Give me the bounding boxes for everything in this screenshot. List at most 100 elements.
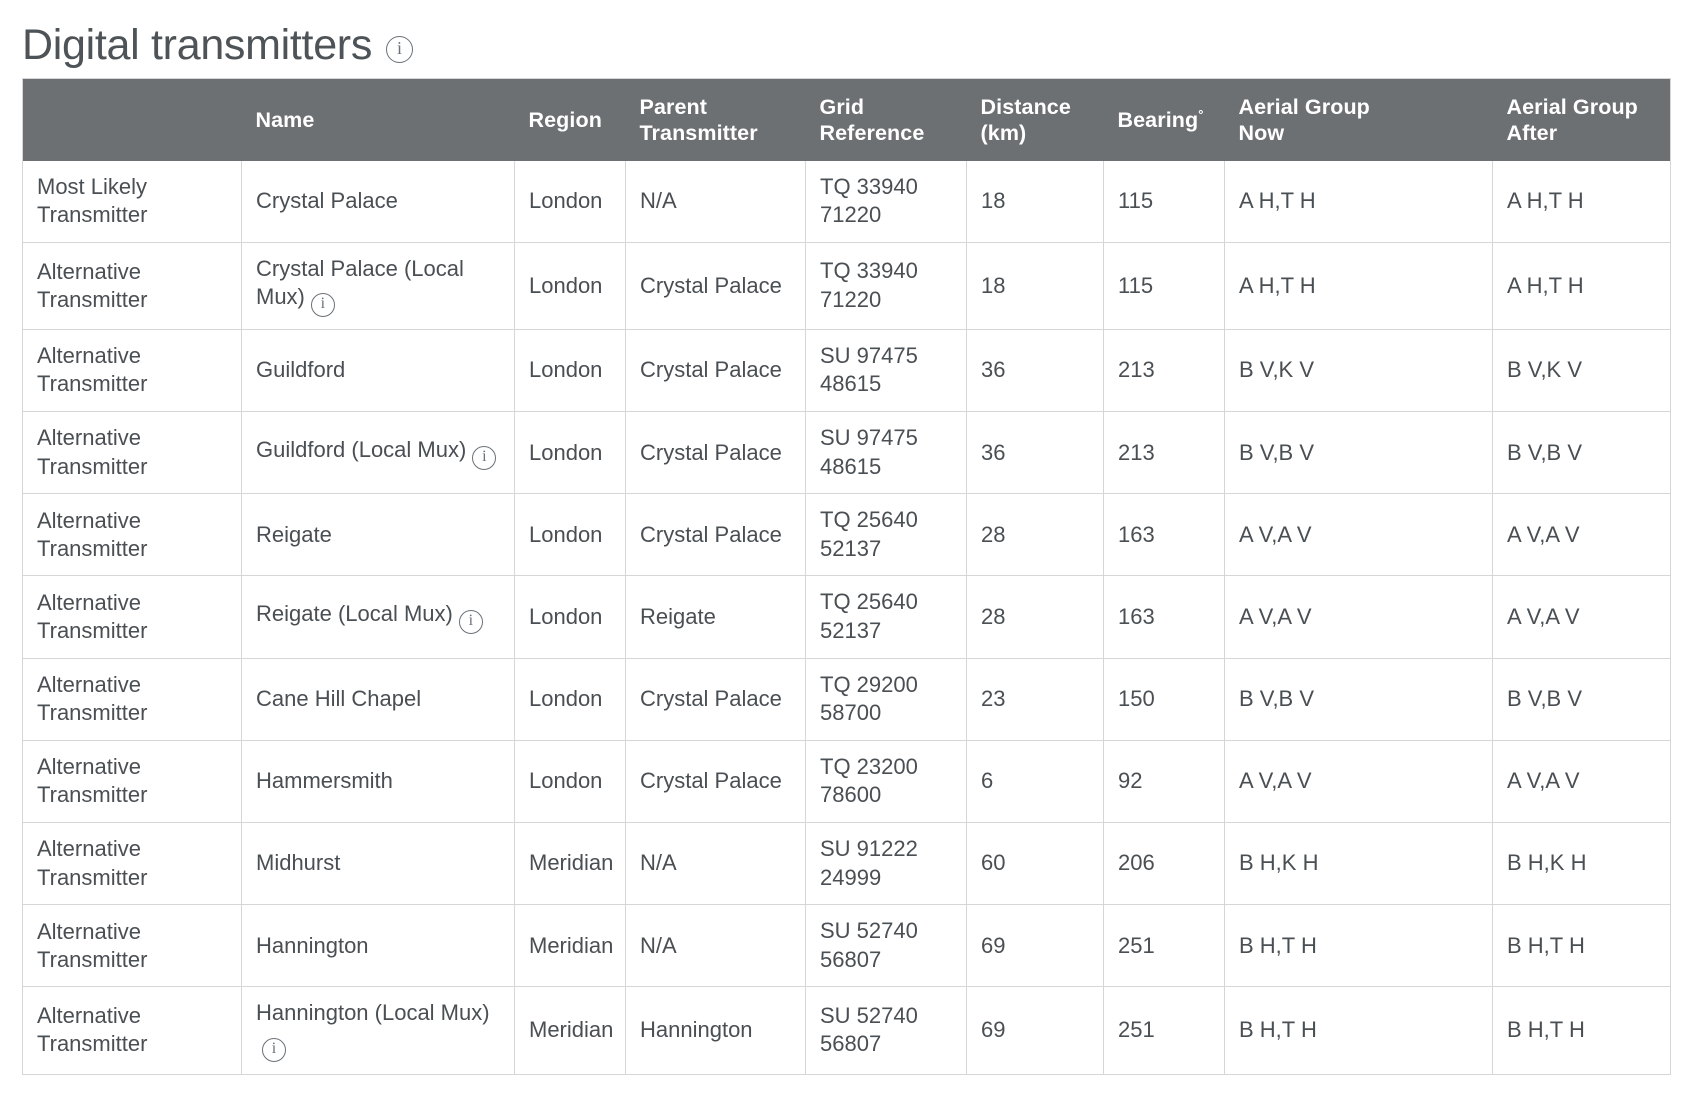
column-header-aerial-group-now: Aerial Group Now	[1224, 78, 1493, 161]
cell-parent-transmitter: N/A	[625, 160, 806, 243]
cell-transmitter-name: Hammersmith	[241, 740, 515, 823]
table-row: Alternative Transmitter Reigate London Cryst…	[22, 493, 1671, 577]
transmitter-kind-line2: Transmitter	[37, 864, 148, 890]
cell-grid-reference: TQ 25640 52137	[805, 575, 967, 659]
grid-reference-line1: TQ 33940	[820, 173, 918, 199]
cell-bearing: 213	[1103, 329, 1225, 413]
column-header-distance: Distance (km)	[966, 78, 1104, 161]
grid-reference-line2: 52137	[820, 618, 882, 643]
cell-aerial-group-after: A V,A V	[1492, 740, 1671, 823]
cell-parent-transmitter: Crystal Palace	[625, 740, 806, 823]
column-header-aga-line1: Aerial Group	[1506, 94, 1638, 119]
table-body: Most Likely Transmitter Crystal Palace Lond…	[22, 160, 1671, 1074]
cell-distance-km: 18	[966, 160, 1104, 243]
grid-reference-line1: SU 52740	[820, 918, 918, 944]
column-header-agn-line2: Now	[1238, 120, 1285, 145]
cell-region: London	[514, 575, 626, 659]
grid-reference-line1: TQ 29200	[820, 671, 918, 697]
info-icon[interactable]: i	[472, 445, 497, 470]
info-icon[interactable]: i	[386, 35, 414, 63]
table-row: Alternative Transmitter Midhurst Meridian N/…	[22, 822, 1671, 906]
table-header: Name Region Parent Transmitter Grid Refe…	[22, 78, 1671, 161]
column-header-grid-line2: Reference	[819, 120, 925, 145]
table-row: Alternative Transmitter Guildford London Cry…	[22, 329, 1671, 413]
transmitter-kind-line2: Transmitter	[37, 618, 148, 643]
cell-parent-transmitter: Crystal Palace	[625, 329, 806, 413]
cell-region: London	[514, 242, 626, 330]
info-icon[interactable]: i	[310, 292, 335, 317]
transmitter-kind-line2: Transmitter	[37, 782, 148, 808]
cell-bearing: 92	[1103, 740, 1225, 823]
info-icon[interactable]: i	[262, 1037, 286, 1062]
transmitters-table-container: Name Region Parent Transmitter Grid Refe…	[0, 78, 1701, 1075]
transmitter-name-text: Midhurst	[256, 850, 341, 876]
cell-bearing: 251	[1103, 904, 1225, 988]
cell-aerial-group-now: B V,B V	[1224, 658, 1493, 741]
cell-distance-km: 23	[966, 658, 1104, 741]
transmitter-kind-line1: Most Likely	[37, 173, 148, 199]
cell-aerial-group-after: B H,T H	[1492, 904, 1671, 988]
cell-parent-transmitter: Reigate	[625, 575, 806, 659]
grid-reference-line2: 52137	[820, 535, 882, 561]
transmitter-kind-line2: Transmitter	[37, 700, 148, 726]
transmitter-name-text: Guildford (Local Mux)	[256, 436, 467, 462]
cell-bearing: 251	[1103, 986, 1225, 1074]
cell-transmitter-name: Crystal Palace	[241, 160, 515, 243]
page-title-text: Digital transmitters	[22, 21, 373, 70]
transmitter-name-text: Reigate (Local Mux)	[256, 601, 453, 626]
cell-transmitter-name: Reigate	[241, 493, 515, 577]
transmitter-kind-line1: Alternative	[37, 343, 141, 369]
cell-region: London	[514, 493, 626, 577]
cell-grid-reference: TQ 25640 52137	[805, 493, 967, 577]
transmitter-kind-line2: Transmitter	[37, 535, 148, 561]
cell-distance-km: 36	[966, 329, 1104, 413]
column-header-agn-line1: Aerial Group	[1238, 94, 1370, 119]
cell-grid-reference: TQ 33940 71220	[805, 242, 967, 330]
cell-aerial-group-after: A H,T H	[1492, 242, 1671, 330]
cell-aerial-group-after: B V,B V	[1492, 658, 1671, 741]
info-icon[interactable]: i	[458, 610, 483, 634]
cell-transmitter-kind: Alternative Transmitter	[22, 658, 242, 741]
cell-region: London	[514, 329, 626, 413]
grid-reference-line2: 71220	[820, 202, 882, 228]
degree-symbol: °	[1198, 106, 1204, 122]
cell-transmitter-name: Crystal Palace (Local Mux) i	[241, 242, 515, 330]
table-row: Most Likely Transmitter Crystal Palace Lond…	[22, 160, 1671, 243]
table-row: Alternative Transmitter Cane Hill Chapel Lo…	[22, 658, 1671, 741]
cell-transmitter-name: Guildford (Local Mux) i	[241, 411, 515, 495]
grid-reference-line1: SU 97475	[820, 342, 918, 368]
cell-bearing: 206	[1103, 822, 1225, 906]
column-header-bearing-text: Bearing	[1117, 107, 1199, 132]
cell-distance-km: 6	[966, 740, 1104, 823]
grid-reference-line2: 56807	[820, 1031, 882, 1057]
grid-reference-line1: TQ 25640	[820, 589, 918, 615]
column-header-grid-reference: Grid Reference	[805, 78, 967, 161]
cell-transmitter-kind: Alternative Transmitter	[22, 822, 242, 906]
transmitter-kind-line1: Alternative	[37, 258, 141, 284]
cell-transmitter-kind: Alternative Transmitter	[22, 411, 242, 495]
cell-bearing: 213	[1103, 411, 1225, 495]
column-header-region: Region	[514, 78, 626, 161]
cell-aerial-group-now: B V,B V	[1224, 411, 1493, 495]
transmitter-kind-line1: Alternative	[37, 672, 141, 698]
transmitter-name-text: Guildford	[256, 357, 346, 383]
transmitter-kind-line2: Transmitter	[37, 202, 148, 228]
grid-reference-line2: 48615	[820, 453, 882, 479]
cell-region: London	[514, 411, 626, 495]
grid-reference-line1: SU 52740	[820, 1002, 918, 1028]
cell-region: London	[514, 658, 626, 741]
transmitter-kind-line2: Transmitter	[37, 1031, 148, 1057]
cell-parent-transmitter: N/A	[625, 904, 806, 988]
transmitter-kind-line2: Transmitter	[37, 286, 148, 312]
transmitter-kind-line1: Alternative	[37, 507, 141, 533]
table-row: Alternative Transmitter Guildford (Local M…	[22, 411, 1671, 495]
cell-transmitter-kind: Alternative Transmitter	[22, 740, 242, 823]
transmitter-name-text: Hannington (Local Mux)	[256, 1000, 490, 1026]
cell-grid-reference: SU 91222 24999	[805, 822, 967, 906]
cell-region: Meridian	[514, 904, 626, 988]
grid-reference-line2: 71220	[820, 286, 882, 312]
column-header-parent-line1: Parent	[639, 94, 708, 119]
cell-distance-km: 28	[966, 575, 1104, 659]
cell-grid-reference: SU 52740 56807	[805, 986, 967, 1074]
cell-distance-km: 60	[966, 822, 1104, 906]
